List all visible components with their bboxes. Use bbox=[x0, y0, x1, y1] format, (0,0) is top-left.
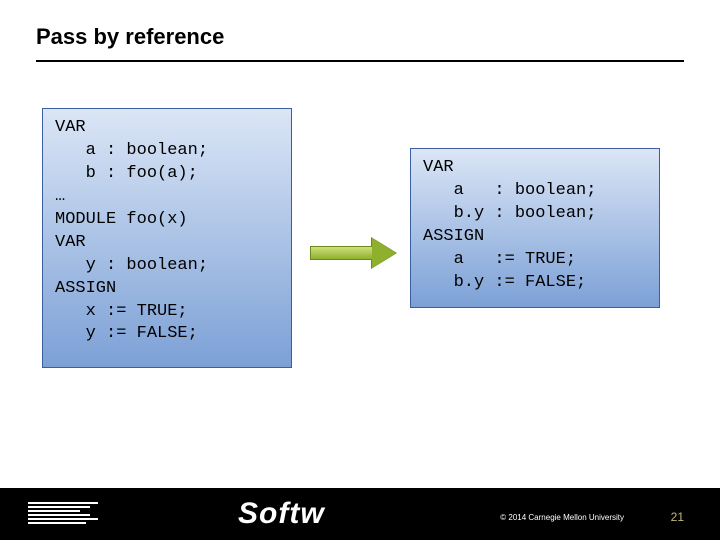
slide-title: Pass by reference bbox=[36, 24, 224, 50]
logo-stripes-icon bbox=[28, 496, 108, 532]
copyright-text: © 2014 Carnegie Mellon University bbox=[500, 513, 624, 522]
code-after: VAR a : boolean; b.y : boolean; ASSIGN a… bbox=[410, 148, 660, 308]
page-number: 21 bbox=[671, 510, 684, 524]
footer-bar: Softw © 2014 Carnegie Mellon University … bbox=[0, 488, 720, 540]
title-divider bbox=[36, 60, 684, 62]
code-before: VAR a : boolean; b : foo(a); … MODULE fo… bbox=[42, 108, 292, 368]
arrow-icon bbox=[310, 238, 400, 268]
brand-text: Softw bbox=[238, 497, 325, 531]
